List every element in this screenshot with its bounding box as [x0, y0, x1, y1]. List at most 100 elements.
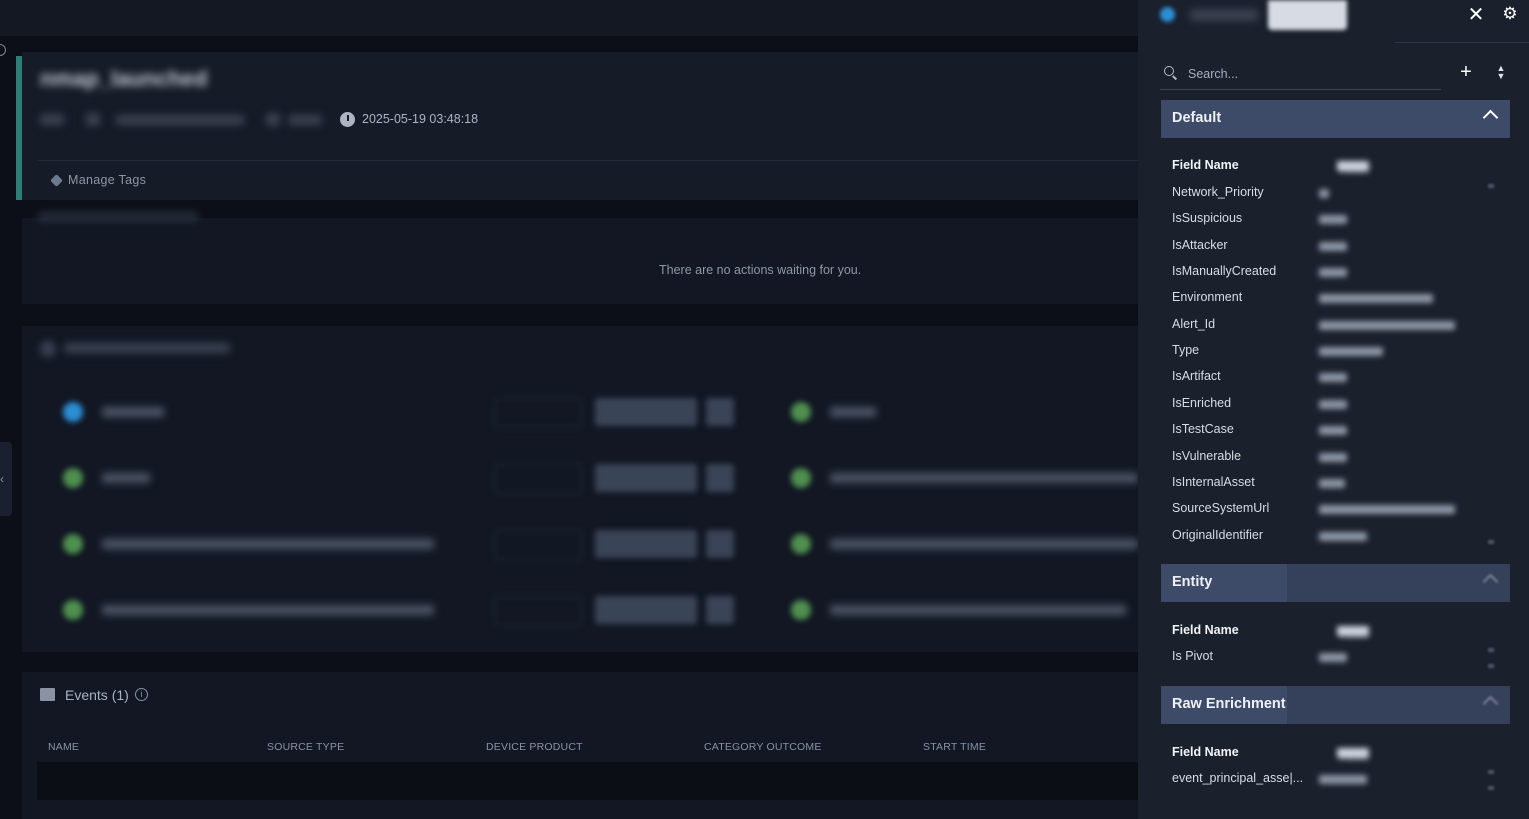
field-value: [1319, 653, 1347, 662]
stage-label: [288, 115, 322, 125]
close-icon[interactable]: ✕: [1467, 5, 1485, 25]
value-header: Value: [1337, 161, 1370, 176]
top-bar: [0, 0, 1140, 36]
case-priority-accent: [16, 56, 22, 200]
entity-name[interactable]: [102, 407, 164, 417]
view-details-button[interactable]: [595, 596, 697, 624]
chevron-up-icon[interactable]: [1482, 573, 1499, 590]
more-button[interactable]: [706, 464, 734, 492]
more-button[interactable]: [706, 398, 734, 426]
field-name: Network_Priority: [1172, 185, 1264, 199]
field-name: Is Pivot: [1172, 649, 1213, 663]
field-name: IsTestCase: [1172, 422, 1234, 436]
events-col-source-type[interactable]: SOURCE TYPE: [267, 741, 344, 753]
field-name: IsArtifact: [1172, 369, 1221, 383]
field-name: OriginalIdentifier: [1172, 528, 1264, 542]
search-icon: [1164, 66, 1174, 76]
entity-icon: [63, 468, 83, 488]
clock-icon: [340, 112, 355, 127]
entity-name[interactable]: [102, 539, 434, 549]
manage-tags-link[interactable]: Manage Tags: [68, 173, 146, 187]
entity-name[interactable]: [830, 605, 1126, 615]
view-details-button[interactable]: [595, 530, 697, 558]
field-value: [1319, 453, 1347, 462]
field-value: [1319, 268, 1347, 277]
section-title: Default: [1172, 110, 1222, 126]
events-col-start-time[interactable]: START TIME: [923, 741, 986, 753]
field-value: [1319, 426, 1347, 435]
table-row[interactable]: [37, 762, 1140, 800]
more-button[interactable]: [706, 596, 734, 624]
pending-actions-panel: [22, 218, 1140, 304]
left-drawer-handle[interactable]: ‹: [0, 442, 12, 516]
entities-icon: [40, 341, 56, 357]
field-value: [1319, 215, 1347, 224]
explore-button[interactable]: [494, 398, 582, 428]
field-value: [1319, 321, 1455, 330]
field-name: IsInternalAsset: [1172, 475, 1255, 489]
case-id-badge: [40, 114, 64, 125]
info-icon[interactable]: i: [135, 688, 148, 701]
more-button[interactable]: [706, 530, 734, 558]
events-col-category-outcome[interactable]: CATEGORY OUTCOME: [704, 741, 822, 753]
entity-name[interactable]: [102, 605, 434, 615]
field-name: Type: [1172, 343, 1200, 357]
field-name: IsManuallyCreated: [1172, 264, 1277, 278]
section-title: Entity: [1172, 574, 1213, 590]
explore-button[interactable]: [494, 596, 582, 626]
entity-icon: [791, 468, 811, 488]
explore-button[interactable]: [494, 530, 582, 560]
field-value: [1319, 347, 1383, 356]
scroll-down-icon[interactable]: [1488, 540, 1494, 544]
gear-icon[interactable]: ⚙: [1501, 5, 1519, 23]
scroll-up-icon[interactable]: [1488, 770, 1494, 774]
add-field-button[interactable]: +: [1456, 62, 1476, 82]
field-name: Environment: [1172, 290, 1243, 304]
environment-select[interactable]: [116, 115, 244, 125]
divider: [38, 160, 1138, 161]
entity-icon: [791, 600, 811, 620]
view-details-button[interactable]: [595, 398, 697, 426]
pending-actions-title: [38, 212, 198, 221]
field-name: IsSuspicious: [1172, 211, 1243, 225]
field-name-header: Field Name: [1172, 623, 1239, 637]
entities-highlights-title: [64, 343, 230, 353]
scroll-down-icon[interactable]: [1488, 786, 1494, 790]
field-value: [1319, 400, 1347, 409]
section-entity-header[interactable]: Entity: [1161, 564, 1510, 602]
events-col-device-product[interactable]: DEVICE PRODUCT: [486, 741, 583, 753]
entity-name[interactable]: [830, 473, 1138, 483]
entity-icon: [63, 534, 83, 554]
section-default-header[interactable]: Default: [1161, 100, 1510, 138]
field-value: [1319, 479, 1345, 488]
entity-icon: [63, 402, 83, 422]
entity-icon: [791, 534, 811, 554]
value-header: Value: [1337, 748, 1370, 763]
entity-icon: [791, 402, 811, 422]
section-raw-enrichment-header[interactable]: Raw Enrichment: [1161, 686, 1510, 724]
scroll-down-icon[interactable]: [1488, 664, 1494, 668]
entity-tab-active[interactable]: [1268, 0, 1347, 30]
field-name: event_principal_asse|...: [1172, 771, 1304, 785]
field-value: [1319, 373, 1347, 382]
field-value: [1319, 189, 1329, 198]
collapse-circle-icon[interactable]: [0, 44, 6, 56]
entity-type-icon: [1160, 7, 1175, 22]
sort-icon[interactable]: ▲ ▼: [1493, 64, 1509, 82]
events-col-name[interactable]: NAME: [48, 741, 79, 753]
explore-button[interactable]: [494, 464, 582, 494]
entity-name[interactable]: [830, 539, 1138, 549]
value-header: Value: [1337, 626, 1370, 641]
divider: [1395, 42, 1529, 43]
entity-name[interactable]: [102, 473, 150, 483]
environment-icon: [86, 113, 100, 126]
search-input[interactable]: [1186, 60, 1440, 88]
entity-name[interactable]: [830, 407, 876, 417]
actions-empty-text: There are no actions waiting for you.: [659, 263, 862, 277]
scroll-up-icon[interactable]: [1488, 648, 1494, 652]
view-details-button[interactable]: [595, 464, 697, 492]
chevron-up-icon[interactable]: [1482, 695, 1499, 712]
scroll-up-icon[interactable]: [1488, 184, 1494, 188]
chevron-up-icon[interactable]: [1482, 109, 1499, 126]
field-value: [1319, 775, 1367, 784]
